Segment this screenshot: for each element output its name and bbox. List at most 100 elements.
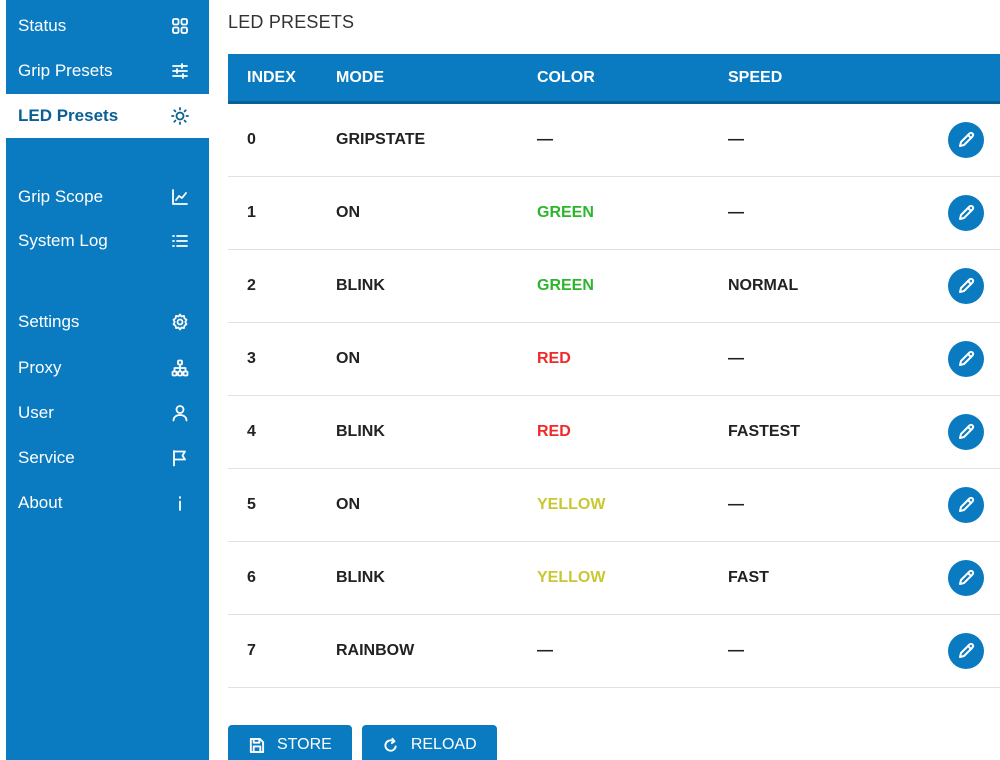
cell-index: 4: [247, 423, 256, 440]
sun-icon: [171, 107, 189, 125]
cell-index: 0: [247, 131, 256, 148]
sidebar-item-user[interactable]: User: [6, 391, 209, 435]
edit-button[interactable]: [948, 560, 984, 596]
pencil-icon: [959, 496, 975, 512]
sidebar-item-label: Grip Scope: [18, 187, 104, 206]
edit-button[interactable]: [948, 633, 984, 669]
save-icon: [249, 737, 265, 753]
cell-speed: —: [728, 350, 744, 367]
cell-mode: GRIPSTATE: [336, 131, 426, 148]
sidebar-item-settings[interactable]: Settings: [6, 300, 209, 344]
cell-color: GREEN: [537, 277, 594, 294]
cell-actions: [948, 341, 1000, 377]
cell-color: RED: [537, 423, 571, 440]
table-row: 2 BLINK GREEN NORMAL: [228, 250, 1000, 323]
sidebar-item-grip-scope[interactable]: Grip Scope: [6, 175, 209, 219]
cell-mode: ON: [336, 204, 360, 221]
cell-actions: [948, 268, 1000, 304]
edit-button[interactable]: [948, 414, 984, 450]
sidebar-item-led-presets[interactable]: LED Presets: [6, 94, 209, 138]
sidebar-item-label: LED Presets: [18, 106, 119, 125]
cell-index: 7: [247, 642, 256, 659]
sidebar-item-label: Status: [18, 16, 67, 35]
list-icon: [171, 232, 189, 250]
cell-color: —: [537, 131, 553, 148]
sidebar-item-about[interactable]: About: [6, 481, 209, 525]
store-button-label: STORE: [277, 736, 332, 753]
sidebar-item-service[interactable]: Service: [6, 436, 209, 480]
pencil-icon: [959, 423, 975, 439]
sidebar-item-label: Service: [18, 448, 75, 467]
pencil-icon: [959, 642, 975, 658]
sidebar-item-label: Proxy: [18, 358, 62, 377]
pencil-icon: [959, 131, 975, 147]
pencil-icon: [959, 569, 975, 585]
cell-speed: FAST: [728, 569, 769, 586]
cell-mode: BLINK: [336, 423, 385, 440]
cell-speed: NORMAL: [728, 277, 799, 294]
reload-button-label: RELOAD: [410, 736, 477, 753]
table-body: 0 GRIPSTATE — — 1 ON GREEN — 2 BLINK GREEN NORMAL 3 O…: [228, 104, 1000, 688]
cell-speed: —: [728, 131, 744, 148]
reload-icon: [384, 737, 397, 752]
table-header: INDEX MODE COLOR SPEED: [228, 54, 1000, 104]
cell-actions: [948, 414, 1000, 450]
info-icon: [171, 494, 189, 512]
column-header-speed[interactable]: SPEED: [728, 69, 948, 87]
cell-mode: BLINK: [336, 277, 385, 294]
column-header-color[interactable]: COLOR: [537, 69, 728, 87]
column-header-mode[interactable]: MODE: [336, 69, 537, 87]
cell-color: —: [537, 642, 553, 659]
led-presets-table: INDEX MODE COLOR SPEED 0 GRIPSTATE — — 1 ON GR…: [228, 54, 1000, 688]
cell-actions: [948, 122, 1000, 158]
cell-mode: BLINK: [336, 569, 385, 586]
action-bar: STORE RELOAD: [228, 725, 497, 760]
cell-index: 1: [247, 204, 256, 221]
chart-icon: [171, 188, 189, 206]
page-title: LED PRESETS: [228, 12, 355, 32]
cell-color: YELLOW: [537, 496, 606, 513]
cell-speed: —: [728, 204, 744, 221]
cell-mode: ON: [336, 496, 360, 513]
edit-button[interactable]: [948, 341, 984, 377]
sidebar-item-status[interactable]: Status: [6, 4, 209, 48]
cell-actions: [948, 487, 1000, 523]
cell-actions: [948, 560, 1000, 596]
pencil-icon: [959, 204, 975, 220]
cell-actions: [948, 195, 1000, 231]
sidebar: Status Grip Presets LED Presets Grip Sco…: [6, 0, 209, 760]
gear-icon: [171, 313, 189, 331]
pencil-icon: [959, 277, 975, 293]
column-header-index[interactable]: INDEX: [228, 69, 336, 87]
pencil-icon: [959, 350, 975, 366]
table-row: 1 ON GREEN —: [228, 177, 1000, 250]
user-icon: [171, 404, 189, 422]
table-row: 3 ON RED —: [228, 323, 1000, 396]
edit-button[interactable]: [948, 195, 984, 231]
sidebar-item-system-log[interactable]: System Log: [6, 219, 209, 263]
table-row: 0 GRIPSTATE — —: [228, 104, 1000, 177]
sidebar-item-proxy[interactable]: Proxy: [6, 346, 209, 390]
table-row: 5 ON YELLOW —: [228, 469, 1000, 542]
edit-button[interactable]: [948, 487, 984, 523]
cell-index: 2: [247, 277, 256, 294]
cell-speed: FASTEST: [728, 423, 801, 440]
edit-button[interactable]: [948, 122, 984, 158]
cell-speed: —: [728, 496, 744, 513]
edit-button[interactable]: [948, 268, 984, 304]
sidebar-item-grip-presets[interactable]: Grip Presets: [6, 49, 209, 93]
sidebar-item-label: System Log: [18, 231, 108, 250]
cell-color: YELLOW: [537, 569, 606, 586]
cell-index: 5: [247, 496, 256, 513]
network-icon: [171, 359, 189, 377]
reload-button[interactable]: RELOAD: [361, 725, 497, 760]
cell-mode: RAINBOW: [336, 642, 415, 659]
cell-actions: [948, 633, 1000, 669]
flag-icon: [171, 449, 189, 467]
sliders-icon: [171, 62, 189, 80]
cell-index: 3: [247, 350, 256, 367]
cell-mode: ON: [336, 350, 360, 367]
store-button[interactable]: STORE: [228, 725, 352, 760]
cell-speed: —: [728, 642, 744, 659]
dashboard-grid-icon: [171, 17, 189, 35]
